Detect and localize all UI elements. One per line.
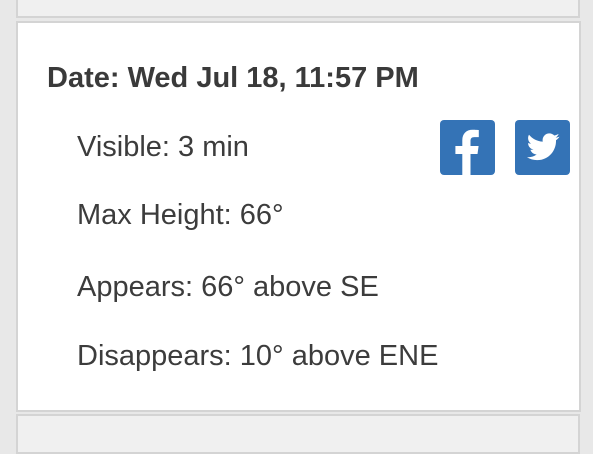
disappears-position: Disappears: 10° above ENE [77,340,439,372]
visible-duration: Visible: 3 min [77,131,249,163]
previous-sighting-card [16,0,580,18]
max-height: Max Height: 66° [77,199,284,231]
sighting-date: Date: Wed Jul 18, 11:57 PM [47,62,419,94]
facebook-share-button[interactable] [440,120,495,175]
sighting-card: Date: Wed Jul 18, 11:57 PM Visible: 3 mi… [16,21,581,412]
next-sighting-card [16,414,580,454]
twitter-share-button[interactable] [515,120,570,175]
facebook-icon [455,129,479,175]
appears-position: Appears: 66° above SE [77,271,379,303]
twitter-icon [526,133,560,161]
